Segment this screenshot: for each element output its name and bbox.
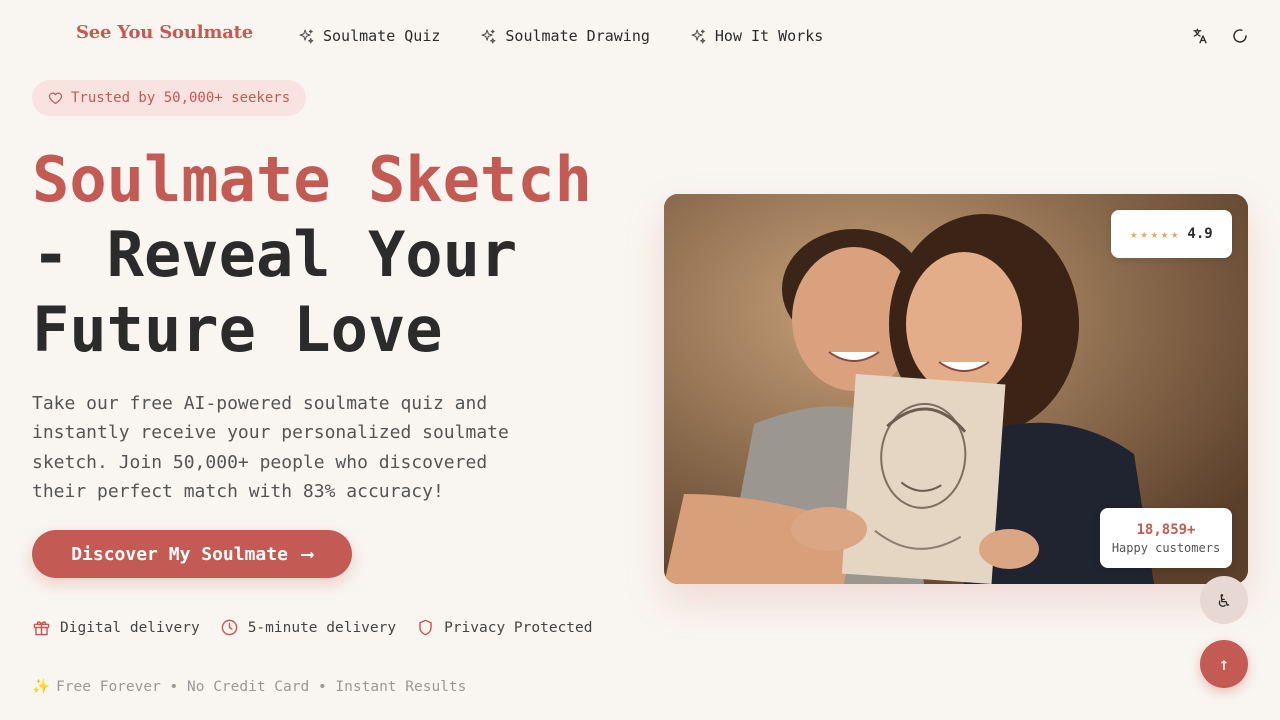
trust-badge-text: Trusted by 50,000+ seekers xyxy=(71,90,291,106)
sparkles-icon xyxy=(691,29,706,43)
customers-label: Happy customers xyxy=(1111,540,1221,555)
feature-label: 5-minute delivery xyxy=(247,619,397,636)
nav-label: Soulmate Drawing xyxy=(505,27,650,45)
hero-description: Take our free AI-powered soulmate quiz a… xyxy=(32,393,509,502)
accessibility-button[interactable]: ♿ xyxy=(1200,576,1248,624)
discover-soulmate-button[interactable]: Discover My Soulmate ⟶ xyxy=(32,530,352,578)
arrow-right-icon: ⟶ xyxy=(301,543,313,565)
cta-label: Discover My Soulmate xyxy=(71,543,288,565)
accessibility-icon: ♿ xyxy=(1217,588,1231,612)
loading-icon xyxy=(1233,29,1247,43)
feature-item: Digital delivery xyxy=(32,618,200,637)
gift-icon xyxy=(33,621,50,636)
nav-soulmate-drawing[interactable]: Soulmate Drawing xyxy=(480,26,650,46)
sparkle-emoji-icon: ✨ xyxy=(32,679,51,695)
site-logo[interactable]: See You Soulmate xyxy=(76,22,253,43)
main-nav: Soulmate Quiz Soulmate Drawing How It Wo… xyxy=(298,26,863,46)
language-button[interactable] xyxy=(1190,26,1210,46)
rating-card: ★★★★★ 4.9 xyxy=(1111,210,1232,258)
hero-title-accent: Soulmate Sketch xyxy=(32,143,592,216)
sparkles-icon xyxy=(299,29,314,43)
loading-indicator xyxy=(1230,26,1250,46)
nav-label: How It Works xyxy=(714,27,824,45)
shield-icon xyxy=(419,619,432,636)
hero-title-rest: - Reveal Your Future Love xyxy=(32,218,518,366)
trust-badge: Trusted by 50,000+ seekers xyxy=(32,80,307,116)
nav-how-it-works[interactable]: How It Works xyxy=(690,26,823,46)
clock-icon xyxy=(221,619,238,636)
feature-label: Digital delivery xyxy=(60,619,200,636)
feature-item: 5-minute delivery xyxy=(220,618,396,637)
nav-label: Soulmate Quiz xyxy=(323,27,441,45)
rating-value: 4.9 xyxy=(1187,226,1213,242)
feature-item: Privacy Protected xyxy=(416,618,593,637)
customers-count: 18,859+ xyxy=(1136,521,1196,538)
feature-label: Privacy Protected xyxy=(444,619,593,636)
nav-soulmate-quiz[interactable]: Soulmate Quiz xyxy=(298,26,440,46)
feature-list: Digital delivery 5-minute delivery Priva… xyxy=(32,618,613,637)
scroll-to-top-button[interactable]: ↑ xyxy=(1200,640,1248,688)
footnote-text: Free Forever • No Credit Card • Instant … xyxy=(56,678,467,695)
arrow-up-icon: ↑ xyxy=(1218,653,1230,675)
translate-icon xyxy=(1193,28,1207,44)
star-rating-icon: ★★★★★ xyxy=(1130,227,1182,241)
hero-title: Soulmate Sketch - Reveal Your Future Lov… xyxy=(32,142,632,367)
sparkles-icon xyxy=(481,29,496,43)
footnote: ✨ Free Forever • No Credit Card • Instan… xyxy=(32,678,467,696)
heart-icon xyxy=(48,92,63,104)
customers-card: 18,859+ Happy customers xyxy=(1100,508,1232,568)
